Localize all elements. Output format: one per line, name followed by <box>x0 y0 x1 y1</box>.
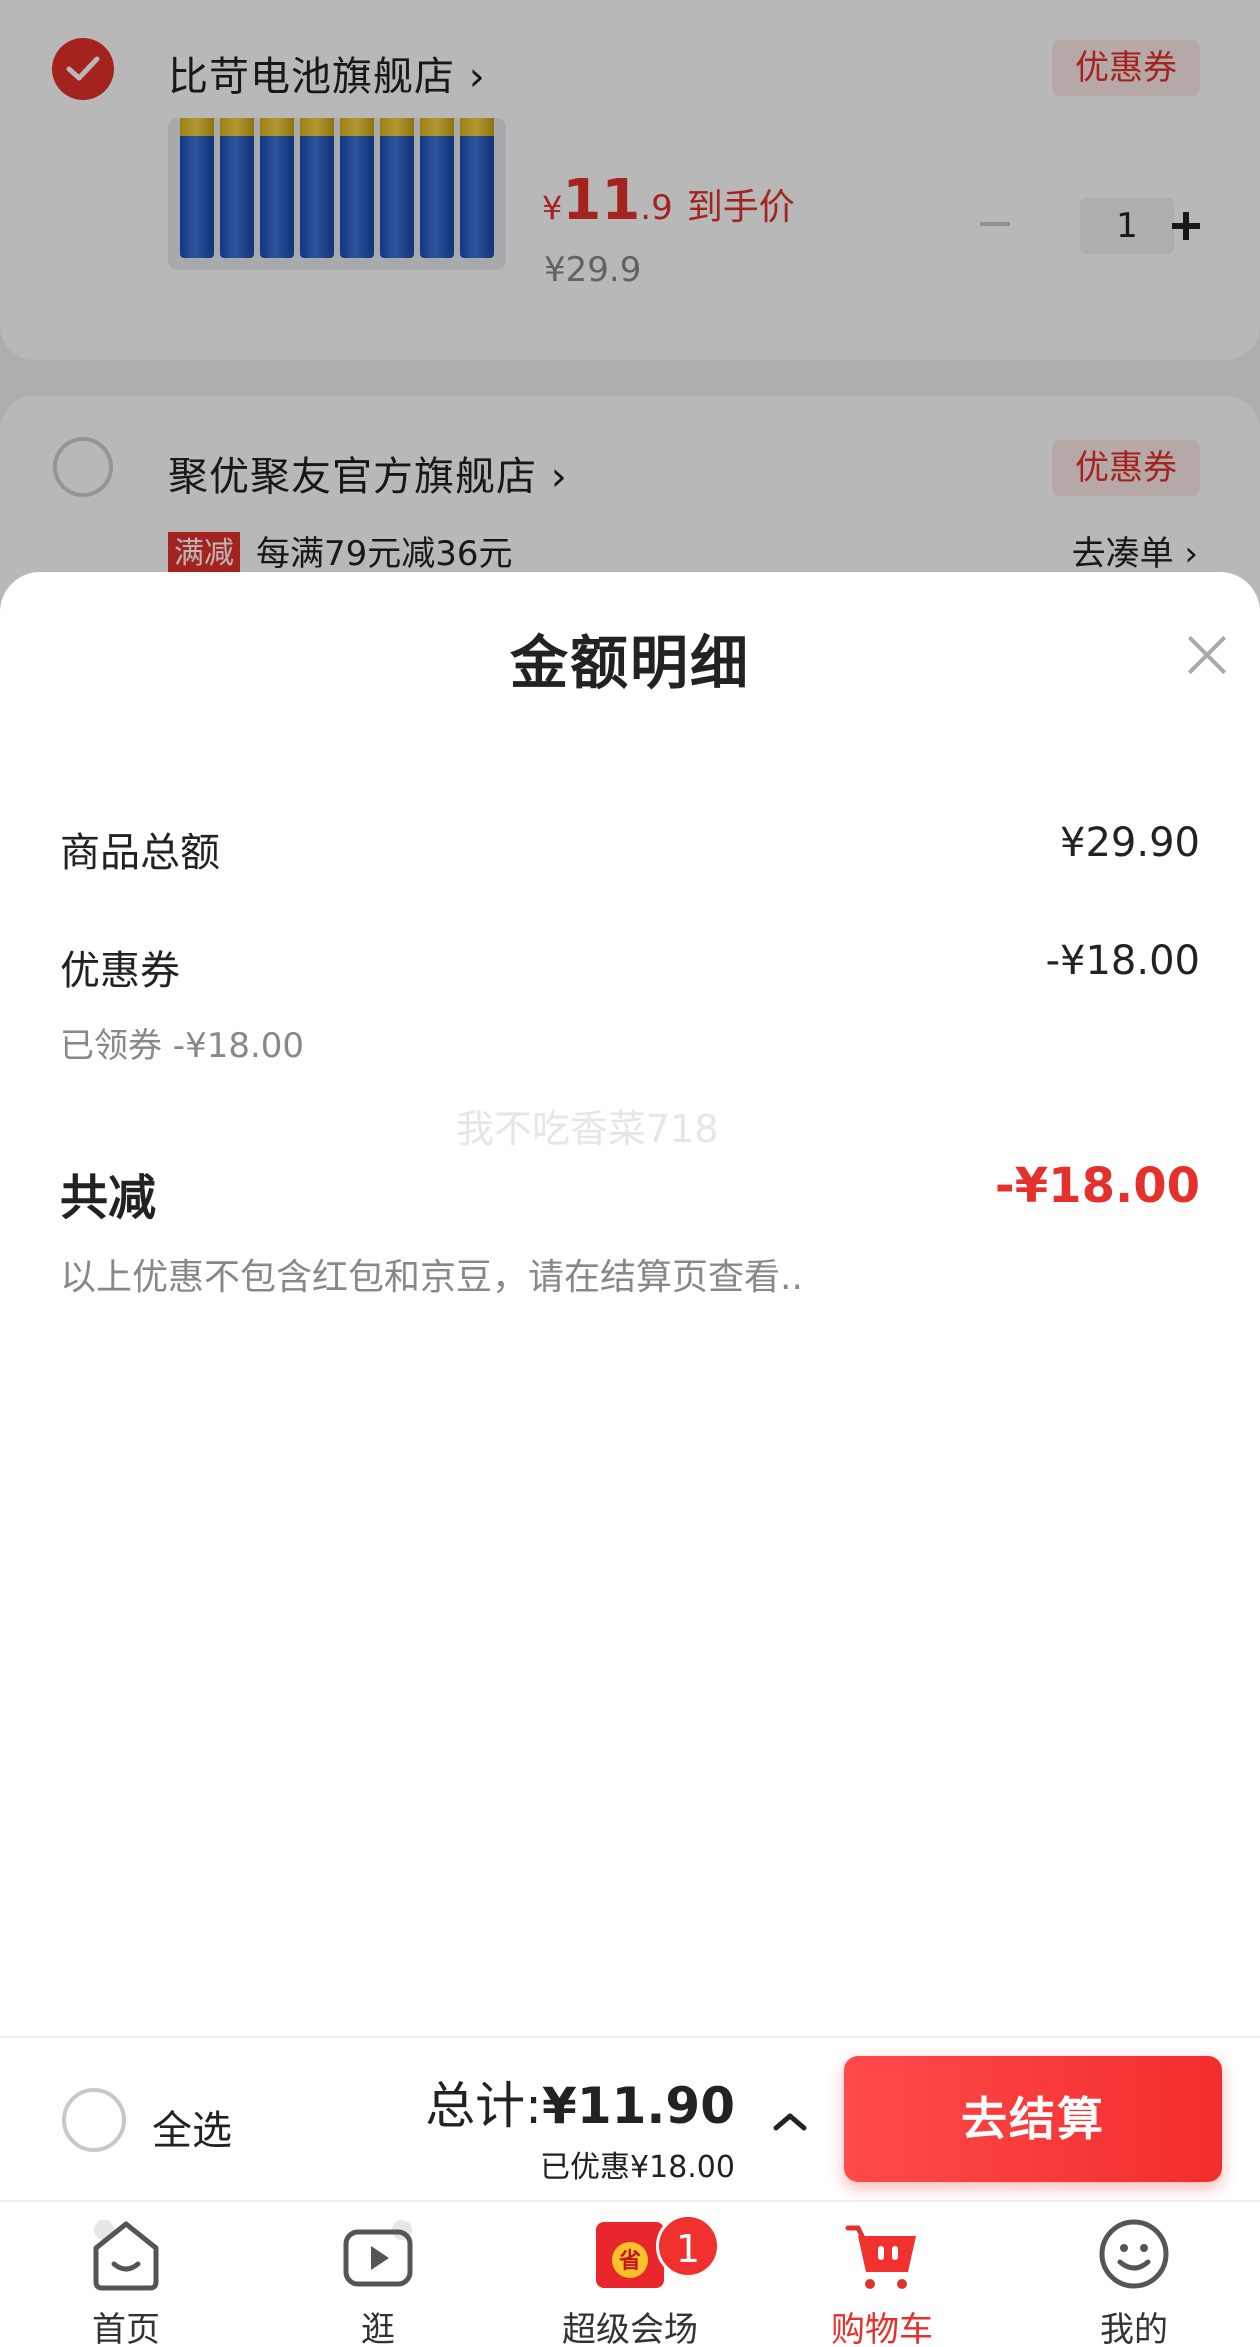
discount-amount: 已优惠¥18.00 <box>540 2150 735 2185</box>
checkout-bar: 全选 总计:¥11.90 已优惠¥18.00 去结算 <box>0 2036 1260 2200</box>
total-prefix: 总计: <box>425 2077 543 2135</box>
tab-super-venue[interactable]: 省 1 超级会场 <box>504 2202 756 2347</box>
tab-cart[interactable]: 购物车 <box>756 2202 1008 2347</box>
tab-label: 我的 <box>1100 2310 1168 2347</box>
tab-label: 超级会场 <box>562 2310 698 2347</box>
coupon-value: -¥18.00 <box>1045 938 1200 984</box>
coupon-label: 优惠券 <box>60 948 180 994</box>
total-price: 总计:¥11.90 <box>425 2066 735 2138</box>
discount-footnote: 以上优惠不包含红包和京豆，请在结算页查看.. <box>60 1257 803 1298</box>
goods-total-value: ¥29.90 <box>1060 820 1200 866</box>
total-discount-label: 共减 <box>60 1170 157 1226</box>
tab-browse[interactable]: 逛 <box>252 2202 504 2347</box>
total-discount-value: -¥18.00 <box>994 1158 1200 1214</box>
tab-label: 购物车 <box>831 2310 933 2347</box>
checkout-button[interactable]: 去结算 <box>844 2056 1222 2182</box>
select-all-checkbox[interactable] <box>62 2088 126 2152</box>
tab-profile[interactable]: 我的 <box>1008 2202 1260 2347</box>
total-amount: ¥11.90 <box>542 2077 735 2135</box>
cart-icon <box>845 2225 916 2289</box>
coupon-note: 已领券 -¥18.00 <box>60 1026 305 1066</box>
tab-bar: 首页 逛 省 1 超级会场 购物车 我的 <box>0 2200 1260 2347</box>
goods-total-label: 商品总额 <box>60 830 220 876</box>
tab-label: 首页 <box>92 2310 160 2347</box>
select-all-label[interactable]: 全选 <box>152 2098 232 2156</box>
svg-text:省: 省 <box>618 2249 641 2274</box>
watermark: 我不吃香菜718 <box>456 1107 719 1151</box>
profile-icon <box>1099 2219 1169 2289</box>
notification-badge: 1 <box>656 2214 720 2278</box>
tab-home[interactable]: 首页 <box>0 2202 252 2347</box>
tab-label: 逛 <box>361 2310 395 2347</box>
video-icon <box>343 2220 413 2287</box>
sheet-title: 金额明细 <box>509 629 750 697</box>
home-icon <box>93 2220 159 2291</box>
close-icon[interactable] <box>1182 630 1232 680</box>
chevron-up-icon[interactable] <box>770 2102 810 2142</box>
